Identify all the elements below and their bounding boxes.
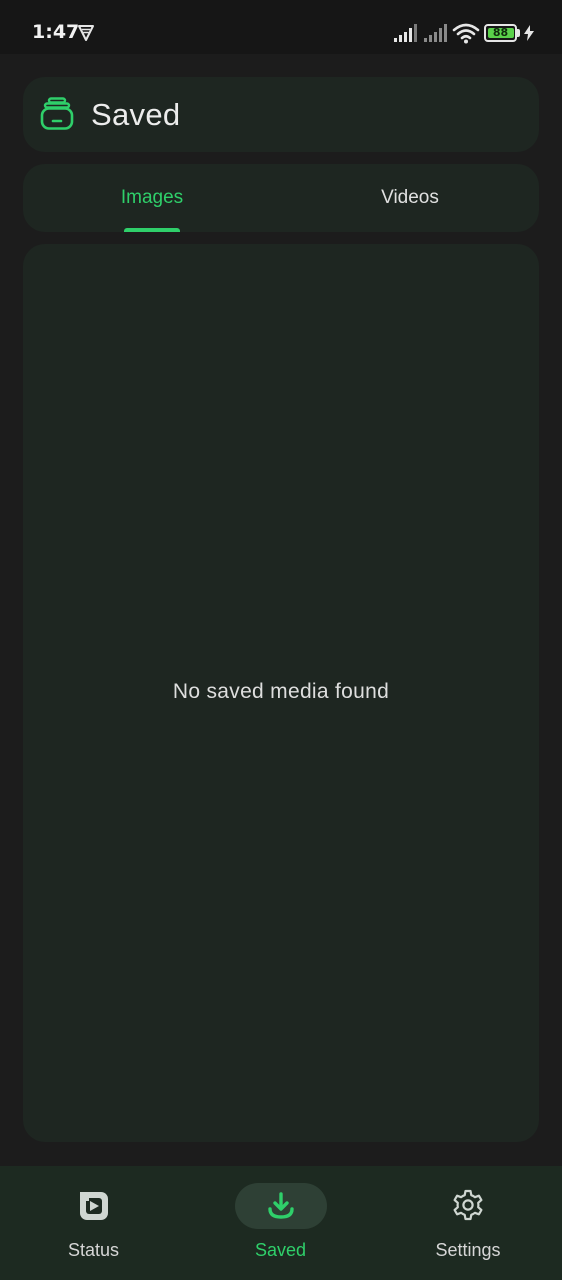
battery-level: 88 <box>492 26 509 39</box>
tab-videos[interactable]: Videos <box>281 164 539 232</box>
tab-images[interactable]: Images <box>23 164 281 232</box>
download-icon <box>268 1192 294 1219</box>
status-bar: 1:47 88 <box>0 0 562 54</box>
empty-state-message: No saved media found <box>172 680 390 703</box>
nav-item-saved[interactable]: Saved <box>187 1166 374 1280</box>
bottom-navigation: Status Saved Settings <box>0 1166 562 1280</box>
page-title: Saved <box>91 97 181 132</box>
nav-label-status: Status <box>67 1240 120 1260</box>
tab-indicator <box>124 228 180 232</box>
nav-item-status[interactable]: Status <box>0 1166 187 1280</box>
status-time: 1:47 <box>32 21 80 43</box>
tab-bar: Images Videos <box>23 164 539 232</box>
charging-bolt-icon <box>524 25 534 41</box>
header-card: Saved <box>23 77 539 152</box>
status-play-icon <box>80 1192 108 1220</box>
saved-stack-icon <box>40 97 74 130</box>
tab-images-label: Images <box>120 187 184 208</box>
media-grid[interactable]: No saved media found <box>23 244 539 1142</box>
signal-icon <box>394 24 417 42</box>
signal-icon <box>424 24 447 42</box>
nav-label-settings: Settings <box>435 1240 501 1260</box>
battery-icon: 88 <box>484 24 520 42</box>
nav-item-settings[interactable]: Settings <box>374 1166 562 1280</box>
vpn-icon <box>78 25 94 41</box>
tab-videos-label: Videos <box>381 187 439 208</box>
nav-label-saved: Saved <box>254 1240 307 1260</box>
wifi-icon <box>452 23 480 44</box>
gear-icon <box>453 1189 483 1221</box>
